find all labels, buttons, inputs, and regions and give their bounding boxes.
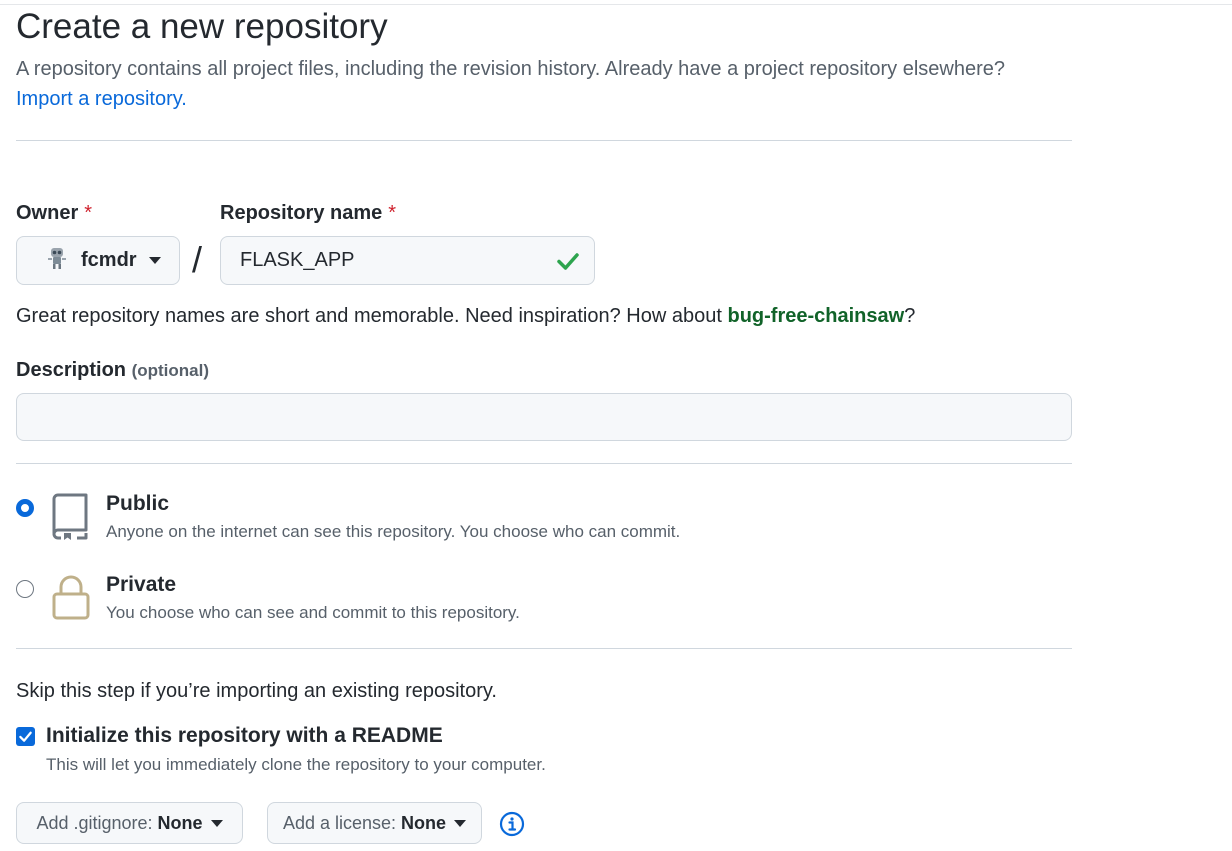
public-description: Anyone on the internet can see this repo… [106, 522, 681, 541]
public-label: Public [106, 492, 170, 515]
check-icon [555, 248, 581, 279]
divider [16, 648, 1072, 649]
private-radio[interactable] [16, 580, 34, 598]
repo-name-hint: Great repository names are short and mem… [16, 305, 916, 327]
page-subtitle: A repository contains all project files,… [16, 58, 1006, 80]
chevron-down-icon [148, 257, 161, 264]
repo-name-input[interactable] [220, 236, 595, 285]
page-title: Create a new repository [16, 7, 388, 46]
owner-name: fcmdr [81, 249, 137, 271]
name-suggestion-link[interactable]: bug-free-chainsaw [727, 305, 904, 327]
private-label: Private [106, 573, 177, 596]
license-select-button[interactable]: Add a license: None [267, 802, 482, 844]
readme-description: This will let you immediately clone the … [46, 755, 546, 774]
required-asterisk: * [84, 202, 93, 224]
private-description: You choose who can see and commit to thi… [106, 603, 520, 622]
import-repository-link[interactable]: Import a repository. [16, 86, 187, 112]
divider [16, 140, 1072, 141]
optional-label: (optional) [131, 361, 210, 380]
owner-repo-separator: / [192, 239, 203, 280]
top-border [0, 4, 1232, 5]
gitignore-select-button[interactable]: Add .gitignore: None [16, 802, 243, 844]
robot-avatar-icon [45, 246, 69, 275]
readme-label[interactable]: Initialize this repository with a README [46, 723, 443, 749]
skip-note: Skip this step if you’re importing an ex… [16, 680, 497, 702]
public-radio[interactable] [16, 499, 34, 517]
description-label: Description (optional) [16, 359, 210, 381]
lock-icon [51, 574, 91, 625]
divider [16, 463, 1072, 464]
description-input[interactable] [16, 393, 1072, 441]
required-asterisk: * [388, 202, 397, 224]
repo-icon [51, 493, 91, 546]
chevron-down-icon [210, 819, 223, 827]
repo-name-label: Repository name * [220, 202, 397, 224]
info-icon[interactable] [499, 811, 525, 842]
owner-label: Owner * [16, 202, 93, 224]
chevron-down-icon [454, 819, 467, 827]
readme-checkbox[interactable] [16, 727, 35, 746]
owner-select-button[interactable]: fcmdr [16, 236, 180, 285]
